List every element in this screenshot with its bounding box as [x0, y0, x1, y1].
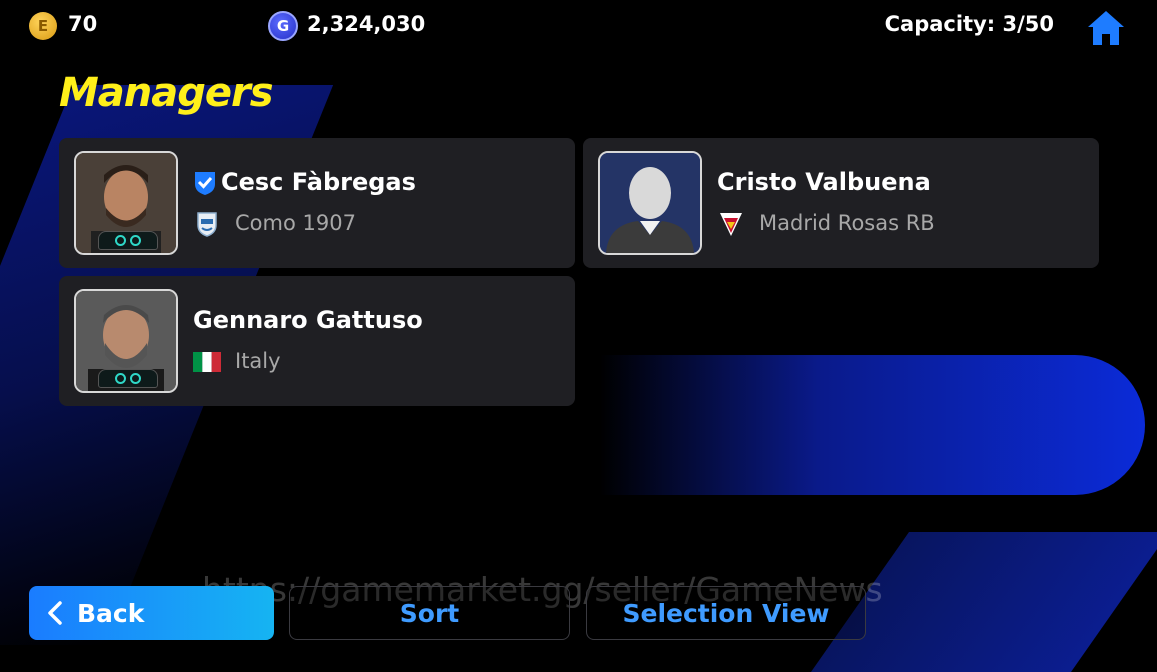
- manager-team: Madrid Rosas RB: [759, 211, 935, 235]
- background-stripe-right: [600, 355, 1145, 495]
- manager-name: Cristo Valbuena: [717, 168, 931, 196]
- italy-flag-icon: [193, 352, 221, 372]
- manager-name: Gennaro Gattuso: [193, 306, 423, 334]
- sort-button[interactable]: Sort: [289, 586, 570, 640]
- gp-value: 2,324,030: [307, 12, 426, 36]
- manager-badges: [98, 369, 158, 388]
- skill-badge-icon: [115, 235, 126, 246]
- sort-button-label: Sort: [399, 598, 460, 628]
- manager-portrait: [74, 289, 178, 393]
- page-title: Managers: [59, 70, 274, 116]
- home-icon[interactable]: [1086, 8, 1126, 48]
- manager-team: Italy: [235, 349, 281, 373]
- selection-view-button[interactable]: Selection View: [586, 586, 866, 640]
- manager-portrait: [598, 151, 702, 255]
- default-silhouette-icon: [600, 153, 700, 253]
- efootball-coin-icon: E: [29, 12, 57, 40]
- back-button-label: Back: [77, 598, 145, 628]
- capacity-label: Capacity: 3/50: [884, 12, 1054, 36]
- manager-portrait: [74, 151, 178, 255]
- gp-coin-icon: G: [268, 11, 298, 41]
- verified-shield-icon: [195, 172, 215, 195]
- skill-badge-icon: [130, 373, 141, 384]
- manager-card[interactable]: Gennaro Gattuso Italy: [59, 276, 575, 406]
- club-crest-icon: [197, 212, 217, 237]
- chevron-left-icon: [48, 601, 62, 625]
- manager-badges: [98, 231, 158, 250]
- efootball-coin-value: 70: [68, 12, 98, 36]
- selection-view-button-label: Selection View: [622, 598, 830, 628]
- top-bar: E 70 G 2,324,030 Capacity: 3/50: [0, 0, 1157, 52]
- manager-card[interactable]: Cesc Fàbregas Como 1907: [59, 138, 575, 268]
- club-crest-icon: [720, 213, 742, 236]
- manager-card[interactable]: Cristo Valbuena Madrid Rosas RB: [583, 138, 1099, 268]
- skill-badge-icon: [130, 235, 141, 246]
- manager-name: Cesc Fàbregas: [221, 168, 416, 196]
- back-button[interactable]: Back: [29, 586, 274, 640]
- skill-badge-icon: [115, 373, 126, 384]
- manager-team: Como 1907: [235, 211, 356, 235]
